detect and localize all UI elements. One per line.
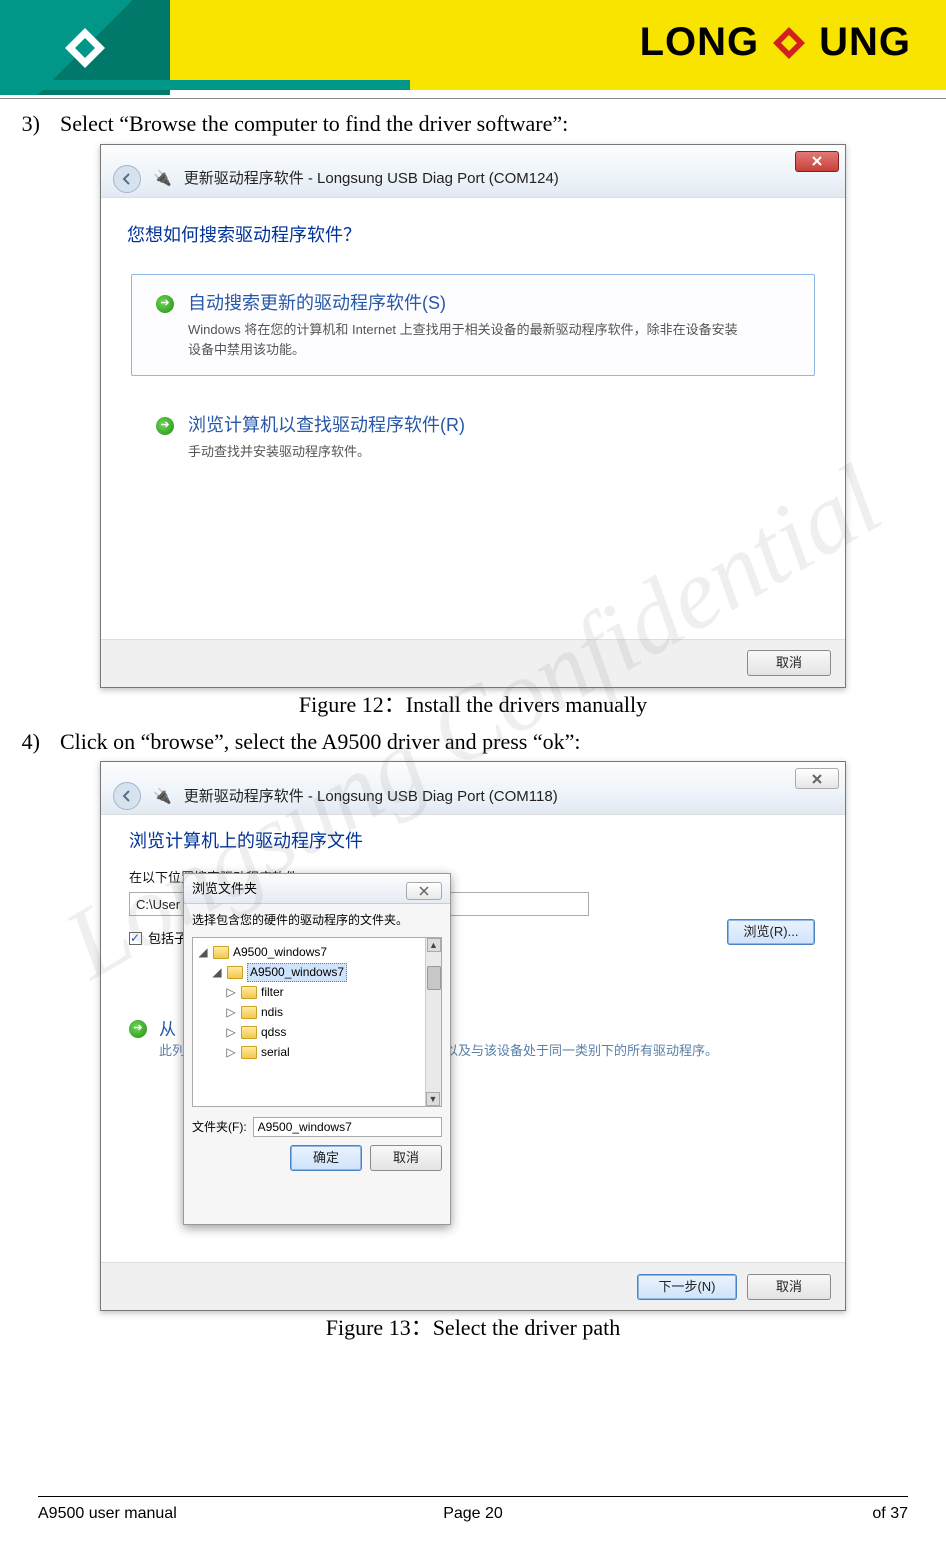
browse-button[interactable]: 浏览(R)... xyxy=(727,919,815,945)
back-button[interactable] xyxy=(113,782,141,810)
dialog1-close-button[interactable] xyxy=(795,151,839,172)
back-arrow-icon xyxy=(121,790,133,802)
dialog1-body: 您想如何搜索驱动程序软件？ ➔ 自动搜索更新的驱动程序软件(S) Windows… xyxy=(101,197,845,639)
dialog2-footer: 下一步(N) 取消 xyxy=(101,1262,845,1310)
browse-folder-cancel-button[interactable]: 取消 xyxy=(370,1145,442,1171)
step-4-number: 4) xyxy=(10,727,40,758)
folder-icon xyxy=(227,966,243,979)
brand-text-left: LONG xyxy=(640,20,760,65)
step-3: 3) Select “Browse the computer to find t… xyxy=(10,109,936,140)
browse-folder-instruction: 选择包含您的硬件的驱动程序的文件夹。 xyxy=(192,912,442,929)
dialog2-cancel-button[interactable]: 取消 xyxy=(747,1274,831,1300)
update-driver-dialog-1: 🔌 更新驱动程序软件 - Longsung USB Diag Port (COM… xyxy=(100,144,846,688)
arrow-right-icon: ➔ xyxy=(129,1020,147,1038)
tree-item[interactable]: qdss xyxy=(261,1024,286,1041)
tree-item[interactable]: serial xyxy=(261,1044,290,1061)
folder-tree[interactable]: ◢A9500_windows7 ◢A9500_windows7 ▷filter … xyxy=(192,937,442,1107)
dialog2-title: 更新驱动程序软件 - Longsung USB Diag Port (COM11… xyxy=(184,786,558,807)
back-arrow-icon xyxy=(121,173,133,185)
step-4-text: Click on “browse”, select the A9500 driv… xyxy=(60,727,581,758)
folder-icon xyxy=(241,1006,257,1019)
back-button[interactable] xyxy=(113,165,141,193)
option-auto-title: 自动搜索更新的驱动程序软件(S) xyxy=(188,291,748,316)
figure-12-caption: Figure 12：Install the drivers manually xyxy=(10,690,936,721)
browse-folder-ok-button[interactable]: 确定 xyxy=(290,1145,362,1171)
footer-divider xyxy=(38,1496,908,1497)
scroll-down-icon[interactable]: ▼ xyxy=(426,1092,440,1106)
folder-name-input[interactable] xyxy=(253,1117,442,1137)
browse-folder-close-button[interactable] xyxy=(406,882,442,900)
close-icon xyxy=(811,155,823,167)
dialog1-title: 更新驱动程序软件 - Longsung USB Diag Port (COM12… xyxy=(184,168,559,189)
dialog2-section-title: 浏览计算机上的驱动程序文件 xyxy=(129,829,817,854)
dialog1-footer: 取消 xyxy=(101,639,845,687)
tree-item-selected[interactable]: A9500_windows7 xyxy=(247,963,347,982)
close-icon xyxy=(419,886,429,896)
dialog2-body: 浏览计算机上的驱动程序文件 在以下位置搜索驱动程序软件: 浏览(R)... 包括… xyxy=(101,814,845,1262)
folder-icon xyxy=(241,1026,257,1039)
footer-page-total: of 37 xyxy=(618,1505,908,1523)
brand-text-right: UNG xyxy=(819,20,911,65)
figure-13-caption: Figure 13：Select the driver path xyxy=(10,1313,936,1344)
device-icon: 🔌 xyxy=(153,786,172,807)
tree-item[interactable]: filter xyxy=(261,984,284,1001)
dialog1-question: 您想如何搜索驱动程序软件？ xyxy=(127,223,815,248)
scroll-thumb[interactable] xyxy=(427,966,441,990)
footer-page-number: Page 20 xyxy=(328,1505,618,1523)
option-browse-desc: 手动查找并安装驱动程序软件。 xyxy=(188,442,465,462)
footer-doc-title: A9500 user manual xyxy=(38,1505,328,1523)
close-icon xyxy=(811,773,823,785)
option-auto-search[interactable]: ➔ 自动搜索更新的驱动程序软件(S) Windows 将在您的计算机和 Inte… xyxy=(131,274,815,376)
tree-scrollbar[interactable]: ▲ ▼ xyxy=(425,938,441,1106)
update-driver-dialog-2: 🔌 更新驱动程序软件 - Longsung USB Diag Port (COM… xyxy=(100,761,846,1311)
s-logo-icon xyxy=(769,23,809,63)
step-4: 4) Click on “browse”, select the A9500 d… xyxy=(10,727,936,758)
option-auto-desc: Windows 将在您的计算机和 Internet 上查找用于相关设备的最新驱动… xyxy=(188,320,748,359)
arrow-right-icon: ➔ xyxy=(156,295,174,313)
checkbox-icon xyxy=(129,932,142,945)
dialog1-cancel-button[interactable]: 取消 xyxy=(747,650,831,676)
tree-item[interactable]: A9500_windows7 xyxy=(233,944,327,961)
page-header: LONG UNG xyxy=(0,0,946,90)
scroll-up-icon[interactable]: ▲ xyxy=(427,938,441,952)
dialog2-next-button[interactable]: 下一步(N) xyxy=(637,1274,737,1300)
folder-icon xyxy=(241,1046,257,1059)
dialog1-titlebar: 🔌 更新驱动程序软件 - Longsung USB Diag Port (COM… xyxy=(101,145,845,197)
option-browse-title: 浏览计算机以查找驱动程序软件(R) xyxy=(188,413,465,438)
brand-wordmark: LONG UNG xyxy=(640,20,911,65)
step-3-text: Select “Browse the computer to find the … xyxy=(60,109,568,140)
dialog2-close-button[interactable] xyxy=(795,768,839,789)
device-icon: 🔌 xyxy=(153,168,172,189)
folder-icon xyxy=(213,946,229,959)
tree-item[interactable]: ndis xyxy=(261,1004,283,1021)
dialog2-titlebar: 🔌 更新驱动程序软件 - Longsung USB Diag Port (COM… xyxy=(101,762,845,814)
option-browse-computer[interactable]: ➔ 浏览计算机以查找驱动程序软件(R) 手动查找并安装驱动程序软件。 xyxy=(131,396,815,479)
header-accent-bar xyxy=(0,80,410,90)
page-footer: A9500 user manual Page 20 of 37 xyxy=(0,1496,946,1523)
folder-icon xyxy=(241,986,257,999)
s-logo-icon xyxy=(60,23,110,73)
step-3-number: 3) xyxy=(10,109,40,140)
folder-field-label: 文件夹(F): xyxy=(192,1119,247,1136)
browse-folder-dialog: 浏览文件夹 选择包含您的硬件的驱动程序的文件夹。 ◢A9500_windows7… xyxy=(183,873,451,1225)
arrow-right-icon: ➔ xyxy=(156,417,174,435)
assoc-prefix: 从 xyxy=(159,1020,176,1039)
